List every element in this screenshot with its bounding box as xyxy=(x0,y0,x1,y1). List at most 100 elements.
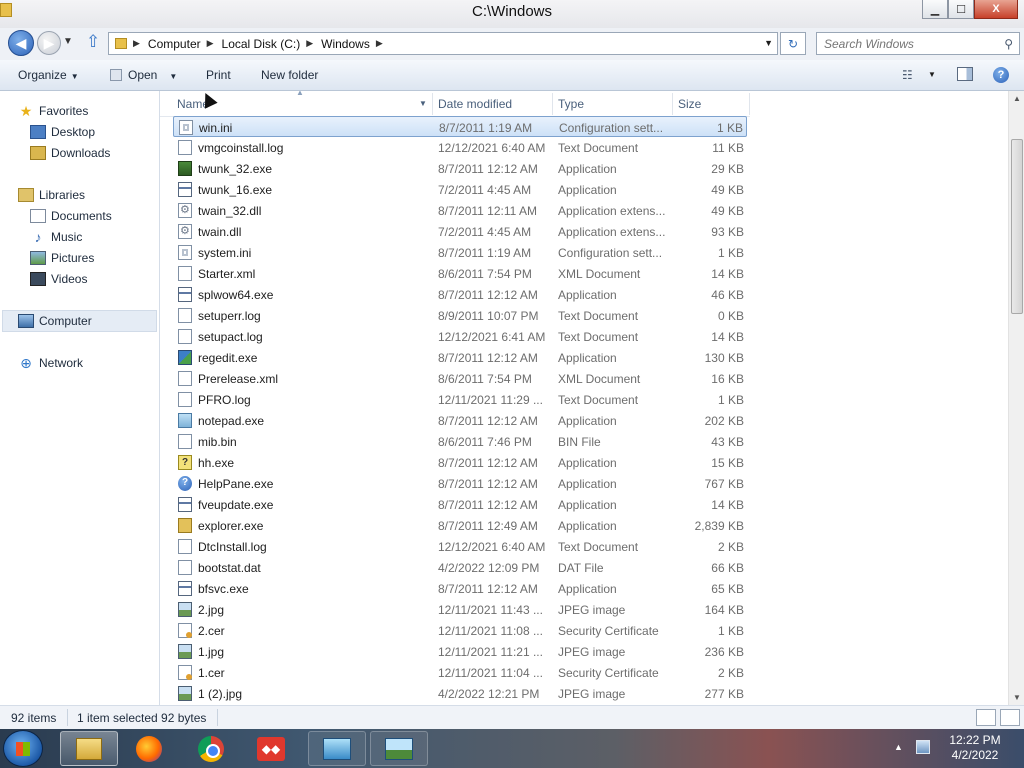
file-row[interactable]: Starter.xml 8/6/2011 7:54 PM XML Document 1… xyxy=(173,263,747,284)
close-button[interactable]: X xyxy=(974,0,1018,19)
file-row[interactable]: DtcInstall.log 12/12/2021 6:40 AM Text Doc… xyxy=(173,536,747,557)
address-history-chevron-down-icon[interactable]: ▼ xyxy=(764,38,773,48)
file-row[interactable]: fveupdate.exe 8/7/2011 12:12 AM Applicatio… xyxy=(173,494,747,515)
text-file-icon xyxy=(178,308,192,323)
new-folder-button[interactable]: New folder xyxy=(261,68,318,82)
network-status-icon[interactable] xyxy=(916,740,930,754)
details-view-icon[interactable] xyxy=(976,709,996,726)
nav-music[interactable]: ♪ Music xyxy=(30,227,83,247)
refresh-button[interactable]: ↻ xyxy=(780,32,806,55)
file-row[interactable]: 1.jpg 12/11/2021 11:21 ... JPEG image 236 K… xyxy=(173,641,747,662)
file-row[interactable]: setupact.log 12/12/2021 6:41 AM Text Docum… xyxy=(173,326,747,347)
nav-videos[interactable]: Videos xyxy=(30,269,87,289)
column-divider[interactable] xyxy=(672,93,673,115)
file-name: notepad.exe xyxy=(198,414,265,428)
file-row[interactable]: twain_32.dll 8/7/2011 12:11 AM Application… xyxy=(173,200,747,221)
file-row[interactable]: 1 (2).jpg 4/2/2022 12:21 PM JPEG image 277 … xyxy=(173,683,747,704)
taskbar-chrome[interactable] xyxy=(182,731,240,766)
search-box[interactable]: ⚲ xyxy=(816,32,1020,55)
file-row[interactable]: PFRO.log 12/11/2021 11:29 ... Text Documen… xyxy=(173,389,747,410)
breadcrumb-chevron-icon[interactable]: ▶ xyxy=(133,38,140,49)
file-row[interactable]: system.ini 8/7/2011 1:19 AM Configuration … xyxy=(173,242,747,263)
file-row[interactable]: twunk_16.exe 7/2/2011 4:45 AM Application 4… xyxy=(173,179,747,200)
column-divider[interactable] xyxy=(552,93,553,115)
forward-button[interactable]: ▶ xyxy=(37,31,61,55)
preview-pane-icon[interactable] xyxy=(957,67,973,81)
recent-pages-chevron-down-icon[interactable]: ▼ xyxy=(63,36,73,47)
search-icon[interactable]: ⚲ xyxy=(1004,37,1013,51)
large-icons-view-icon[interactable] xyxy=(1000,709,1020,726)
column-filter-chevron-down-icon[interactable]: ▼ xyxy=(419,99,427,108)
taskbar-firefox[interactable] xyxy=(120,731,178,766)
file-row[interactable]: bootstat.dat 4/2/2022 12:09 PM DAT File 66 … xyxy=(173,557,747,578)
breadcrumb-chevron-icon[interactable]: ▶ xyxy=(376,38,383,49)
taskbar-explorer[interactable] xyxy=(60,731,118,766)
scroll-down-arrow-icon[interactable]: ▼ xyxy=(1013,693,1021,702)
file-date: 12/11/2021 11:04 ... xyxy=(438,666,543,680)
nav-desktop[interactable]: Desktop xyxy=(30,122,95,142)
vertical-scrollbar[interactable]: ▲ ▼ xyxy=(1008,91,1024,705)
file-row[interactable]: notepad.exe 8/7/2011 12:12 AM Application 2… xyxy=(173,410,747,431)
help-icon[interactable]: ? xyxy=(993,67,1009,83)
minimize-button[interactable]: ▁ xyxy=(922,0,948,19)
taskbar-control-panel[interactable] xyxy=(308,731,366,766)
breadcrumb-chevron-icon[interactable]: ▶ xyxy=(207,38,214,49)
file-row[interactable]: twain.dll 7/2/2011 4:45 AM Application ext… xyxy=(173,221,747,242)
nav-pictures[interactable]: Pictures xyxy=(30,248,94,268)
view-options-chevron-down-icon[interactable]: ▼ xyxy=(928,70,936,79)
column-divider[interactable] xyxy=(432,93,433,115)
file-row[interactable]: win.ini 8/7/2011 1:19 AM Configuration set… xyxy=(173,116,747,137)
organize-button[interactable]: Organize ▼ xyxy=(18,68,79,82)
file-type: Security Certificate xyxy=(558,666,659,680)
file-name: mib.bin xyxy=(198,435,237,449)
chevron-down-icon[interactable]: ▼ xyxy=(169,72,177,81)
nav-favorites[interactable]: ★ Favorites xyxy=(18,101,89,121)
nav-libraries[interactable]: Libraries xyxy=(18,185,85,205)
file-date: 12/11/2021 11:29 ... xyxy=(438,393,543,407)
nav-computer[interactable]: Computer xyxy=(18,311,92,331)
file-row[interactable]: explorer.exe 8/7/2011 12:49 AM Application… xyxy=(173,515,747,536)
file-row[interactable]: ? HelpPane.exe 8/7/2011 12:12 AM Applicatio… xyxy=(173,473,747,494)
file-size: 1 KB xyxy=(717,246,744,260)
scroll-thumb[interactable] xyxy=(1011,139,1023,314)
print-button[interactable]: Print xyxy=(206,68,231,82)
file-row[interactable]: regedit.exe 8/7/2011 12:12 AM Application 1… xyxy=(173,347,747,368)
maximize-button[interactable]: ☐ xyxy=(948,0,974,19)
file-row[interactable]: setuperr.log 8/9/2011 10:07 PM Text Docume… xyxy=(173,305,747,326)
file-row[interactable]: 2.jpg 12/11/2021 11:43 ... JPEG image 164 K… xyxy=(173,599,747,620)
show-hidden-icons-arrow-icon[interactable]: ▲ xyxy=(894,742,903,752)
back-button[interactable]: ◀ xyxy=(8,30,34,56)
start-button[interactable] xyxy=(3,730,43,767)
file-row[interactable]: twunk_32.exe 8/7/2011 12:12 AM Application… xyxy=(173,158,747,179)
file-row[interactable]: 1.cer 12/11/2021 11:04 ... Security Certif… xyxy=(173,662,747,683)
search-input[interactable] xyxy=(817,33,987,54)
file-size: 1 KB xyxy=(717,624,744,638)
change-view-icon[interactable]: ☷ xyxy=(902,68,913,82)
file-row[interactable]: vmgcoinstall.log 12/12/2021 6:40 AM Text D… xyxy=(173,137,747,158)
column-divider[interactable] xyxy=(749,93,750,115)
file-type: XML Document xyxy=(558,267,641,281)
nav-network[interactable]: ⊕ Network xyxy=(18,353,83,373)
breadcrumb-local-disk[interactable]: Local Disk (C:) xyxy=(222,37,301,51)
scroll-up-arrow-icon[interactable]: ▲ xyxy=(1013,94,1021,103)
nav-downloads[interactable]: Downloads xyxy=(30,143,110,163)
file-row[interactable]: mib.bin 8/6/2011 7:46 PM BIN File 43 KB xyxy=(173,431,747,452)
breadcrumb-windows[interactable]: Windows xyxy=(321,37,370,51)
column-size[interactable]: Size xyxy=(678,97,701,111)
breadcrumb-chevron-icon[interactable]: ▶ xyxy=(306,38,313,49)
up-arrow-icon[interactable]: ⇧ xyxy=(86,32,100,52)
breadcrumb-computer[interactable]: Computer xyxy=(148,37,201,51)
taskbar-photo-viewer[interactable] xyxy=(370,731,428,766)
clock[interactable]: 12:22 PM 4/2/2022 xyxy=(940,733,1010,763)
taskbar-anydesk[interactable]: ◆◆ xyxy=(242,731,300,766)
file-row[interactable]: Prerelease.xml 8/6/2011 7:54 PM XML Docume… xyxy=(173,368,747,389)
nav-documents[interactable]: Documents xyxy=(30,206,112,226)
column-date-modified[interactable]: Date modified xyxy=(438,97,512,111)
file-row[interactable]: ? hh.exe 8/7/2011 12:12 AM Application 15 KB xyxy=(173,452,747,473)
file-row[interactable]: splwow64.exe 8/7/2011 12:12 AM Application… xyxy=(173,284,747,305)
file-row[interactable]: bfsvc.exe 8/7/2011 12:12 AM Application 65 … xyxy=(173,578,747,599)
address-bar[interactable]: ▶ Computer ▶ Local Disk (C:) ▶ Windows ▶… xyxy=(108,32,778,55)
column-type[interactable]: Type xyxy=(558,97,584,111)
file-row[interactable]: 2.cer 12/11/2021 11:08 ... Security Certif… xyxy=(173,620,747,641)
open-button[interactable]: Open ▼ xyxy=(110,68,177,82)
